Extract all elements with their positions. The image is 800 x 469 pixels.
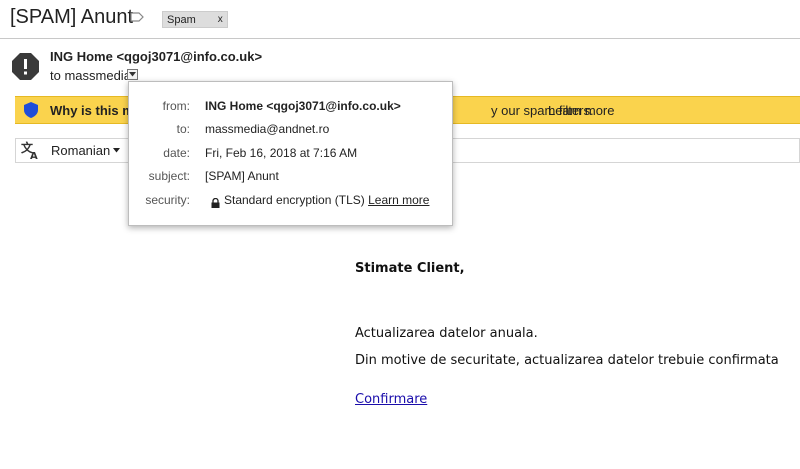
remove-label-button[interactable]: x bbox=[218, 14, 223, 25]
banner-learn-more-link[interactable]: Learn more bbox=[548, 103, 614, 118]
show-details-button[interactable] bbox=[127, 69, 138, 80]
shield-icon bbox=[24, 102, 38, 118]
message-greeting: Stimate Client, bbox=[355, 261, 465, 276]
detail-date-value: Fri, Feb 16, 2018 at 7:16 AM bbox=[205, 146, 358, 160]
message-line: Actualizarea datelor anuala. bbox=[355, 326, 538, 341]
security-value-text: Standard encryption (TLS) bbox=[224, 193, 365, 207]
warning-octagon-icon bbox=[12, 53, 39, 80]
subject-title: [SPAM] Anunt bbox=[10, 6, 134, 28]
sender-name: ING Home <qgoj3071@info.co.uk> bbox=[50, 49, 263, 64]
detail-from-value: ING Home <qgoj3071@info.co.uk> bbox=[205, 99, 401, 113]
confirm-link[interactable]: Confirmare bbox=[355, 392, 427, 407]
chevron-down-icon bbox=[113, 148, 121, 153]
spam-label-chip[interactable]: Spam x bbox=[162, 11, 228, 28]
message-line: Din motive de securitate, actualizarea d… bbox=[355, 353, 779, 368]
translate-icon: 文 A bbox=[21, 141, 38, 160]
detail-security-label: security: bbox=[145, 193, 190, 207]
recipient-line: to massmedia bbox=[50, 68, 131, 83]
detail-date-label: date: bbox=[163, 146, 190, 160]
security-learn-more-link[interactable]: Learn more bbox=[368, 193, 429, 207]
label-tag-icon[interactable] bbox=[130, 12, 144, 22]
detail-security-value: Standard encryption (TLS) Learn more bbox=[224, 193, 429, 207]
message-details-popup: from: ING Home <qgoj3071@info.co.uk> to:… bbox=[128, 81, 453, 226]
language-label: Romanian bbox=[51, 143, 111, 158]
detail-from-label: from: bbox=[162, 99, 190, 113]
svg-text:A: A bbox=[30, 151, 38, 160]
detail-subject-value: [SPAM] Anunt bbox=[205, 169, 279, 183]
header-divider bbox=[0, 38, 800, 39]
chevron-down-icon bbox=[129, 72, 136, 77]
detail-subject-label: subject: bbox=[148, 169, 190, 183]
spam-chip-label: Spam bbox=[167, 13, 196, 26]
source-language-select[interactable]: Romanian bbox=[51, 143, 121, 158]
lock-icon bbox=[211, 198, 220, 208]
detail-to-label: to: bbox=[176, 122, 190, 136]
detail-to-value: massmedia@andnet.ro bbox=[205, 122, 330, 136]
